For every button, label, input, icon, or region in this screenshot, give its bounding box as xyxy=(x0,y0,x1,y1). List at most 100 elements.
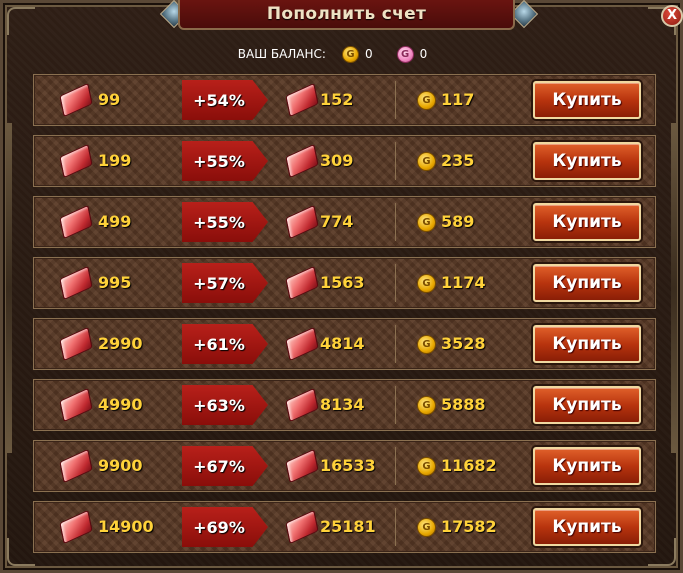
gem-icon xyxy=(285,82,319,118)
buy-button[interactable]: Купить xyxy=(533,386,641,424)
bonus-percent: +55% xyxy=(193,151,245,171)
gem-icon xyxy=(285,326,319,362)
gem-icon xyxy=(285,509,319,545)
buy-button[interactable]: Купить xyxy=(533,203,641,241)
bonus-percent: +54% xyxy=(193,90,245,110)
buy-button[interactable]: Купить xyxy=(533,142,641,180)
divider xyxy=(395,325,396,363)
bonus-percent: +55% xyxy=(193,212,245,232)
gold-coin-icon: G xyxy=(417,457,436,476)
bonus-badge: +69% xyxy=(182,507,268,547)
package-base-amount: 2990 xyxy=(98,334,143,353)
gem-icon xyxy=(285,448,319,484)
gold-coin-icon: G xyxy=(341,45,359,63)
gem-icon xyxy=(59,326,93,362)
buy-button[interactable]: Купить xyxy=(533,81,641,119)
package-gold-price: 17582 xyxy=(441,517,497,536)
balance-label: ВАШ БАЛАНС: xyxy=(237,47,326,61)
package-base-amount: 995 xyxy=(98,273,132,292)
divider xyxy=(395,264,396,302)
package-row: 499 +55% 774 G 589 Купить xyxy=(33,196,656,248)
package-row: 995 +57% 1563 G 1174 Купить xyxy=(33,257,656,309)
gem-icon xyxy=(59,143,93,179)
frame-side-ornament xyxy=(671,123,677,453)
divider xyxy=(395,447,396,485)
gold-balance-value: 0 xyxy=(364,47,373,61)
package-gold-price: 5888 xyxy=(441,395,486,414)
package-row: 4990 +63% 8134 G 5888 Купить xyxy=(33,379,656,431)
divider xyxy=(395,81,396,119)
bonus-percent: +69% xyxy=(193,517,245,537)
package-total-amount: 152 xyxy=(320,90,354,109)
divider xyxy=(395,142,396,180)
divider xyxy=(395,508,396,546)
bonus-badge: +55% xyxy=(182,141,268,181)
pink-coin-icon: G xyxy=(396,45,414,63)
dialog-title: Пополнить счет xyxy=(266,4,427,24)
package-row: 99 +54% 152 G 117 Купить xyxy=(33,74,656,126)
gem-icon xyxy=(59,82,93,118)
bonus-percent: +61% xyxy=(193,334,245,354)
gem-icon xyxy=(285,143,319,179)
gold-coin-icon: G xyxy=(417,274,436,293)
bonus-badge: +55% xyxy=(182,202,268,242)
package-gold-price: 1174 xyxy=(441,273,486,292)
gem-icon xyxy=(59,387,93,423)
package-base-amount: 9900 xyxy=(98,456,143,475)
bonus-percent: +57% xyxy=(193,273,245,293)
gold-coin-icon: G xyxy=(417,396,436,415)
bonus-badge: +57% xyxy=(182,263,268,303)
package-gold-price: 117 xyxy=(441,90,475,109)
pink-balance-value: 0 xyxy=(419,47,428,61)
close-button[interactable]: X xyxy=(661,5,683,27)
gold-coin-icon: G xyxy=(417,335,436,354)
gem-icon xyxy=(59,265,93,301)
bonus-percent: +67% xyxy=(193,456,245,476)
package-row: 14900 +69% 25181 G 17582 Купить xyxy=(33,501,656,553)
package-gold-price: 11682 xyxy=(441,456,497,475)
frame-corner-ornament xyxy=(7,7,35,35)
package-total-amount: 774 xyxy=(320,212,354,231)
gold-coin-icon: G xyxy=(417,213,436,232)
gem-icon xyxy=(285,265,319,301)
package-total-amount: 309 xyxy=(320,151,354,170)
balance-bar: ВАШ БАЛАНС: G 0 G 0 xyxy=(0,43,683,65)
package-total-amount: 1563 xyxy=(320,273,365,292)
gold-coin-icon: G xyxy=(417,152,436,171)
frame-side-ornament xyxy=(6,123,12,453)
gem-icon xyxy=(59,204,93,240)
gold-coin-icon: G xyxy=(417,518,436,537)
package-row: 199 +55% 309 G 235 Купить xyxy=(33,135,656,187)
package-total-amount: 25181 xyxy=(320,517,376,536)
package-row: 9900 +67% 16533 G 11682 Купить xyxy=(33,440,656,492)
package-base-amount: 99 xyxy=(98,90,121,109)
gem-icon xyxy=(59,509,93,545)
package-gold-price: 3528 xyxy=(441,334,486,353)
gem-icon xyxy=(59,448,93,484)
package-base-amount: 4990 xyxy=(98,395,143,414)
bonus-badge: +67% xyxy=(182,446,268,486)
buy-button[interactable]: Купить xyxy=(533,508,641,546)
buy-button[interactable]: Купить xyxy=(533,325,641,363)
bonus-percent: +63% xyxy=(193,395,245,415)
package-total-amount: 16533 xyxy=(320,456,376,475)
bonus-badge: +63% xyxy=(182,385,268,425)
package-base-amount: 14900 xyxy=(98,517,154,536)
divider xyxy=(395,203,396,241)
gem-icon xyxy=(285,204,319,240)
package-gold-price: 589 xyxy=(441,212,475,231)
package-total-amount: 8134 xyxy=(320,395,365,414)
package-row: 2990 +61% 4814 G 3528 Купить xyxy=(33,318,656,370)
bonus-badge: +61% xyxy=(182,324,268,364)
frame-corner-ornament xyxy=(7,538,35,566)
package-base-amount: 499 xyxy=(98,212,132,231)
gem-icon xyxy=(285,387,319,423)
buy-button[interactable]: Купить xyxy=(533,447,641,485)
package-total-amount: 4814 xyxy=(320,334,365,353)
title-bar: Пополнить счет xyxy=(178,0,515,30)
buy-button[interactable]: Купить xyxy=(533,264,641,302)
divider xyxy=(395,386,396,424)
package-gold-price: 235 xyxy=(441,151,475,170)
package-base-amount: 199 xyxy=(98,151,132,170)
gold-coin-icon: G xyxy=(417,91,436,110)
